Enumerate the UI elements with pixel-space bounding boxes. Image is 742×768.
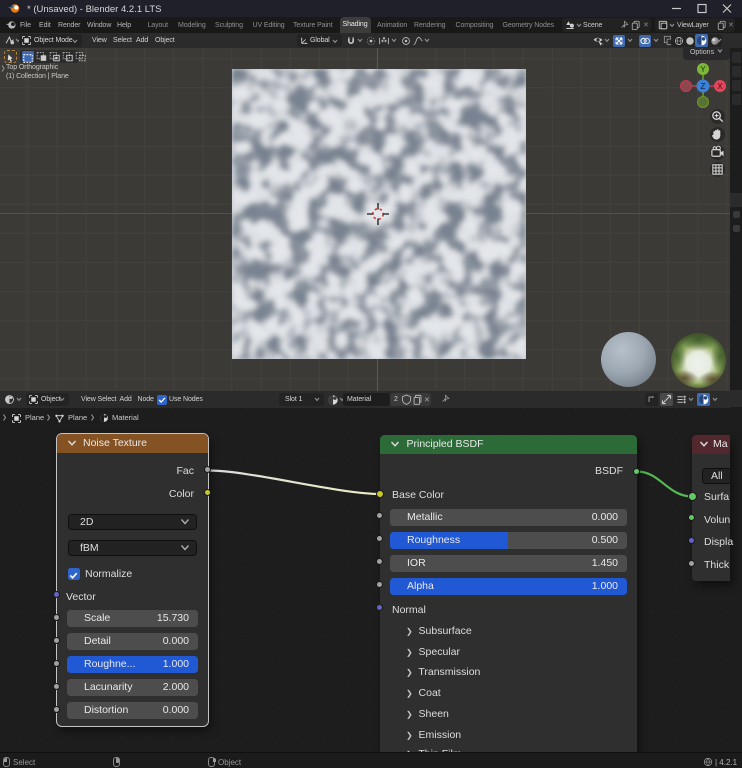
- svg-text:Z: Z: [701, 82, 706, 91]
- svg-text:X: X: [717, 82, 723, 91]
- svg-text:Y: Y: [700, 65, 706, 74]
